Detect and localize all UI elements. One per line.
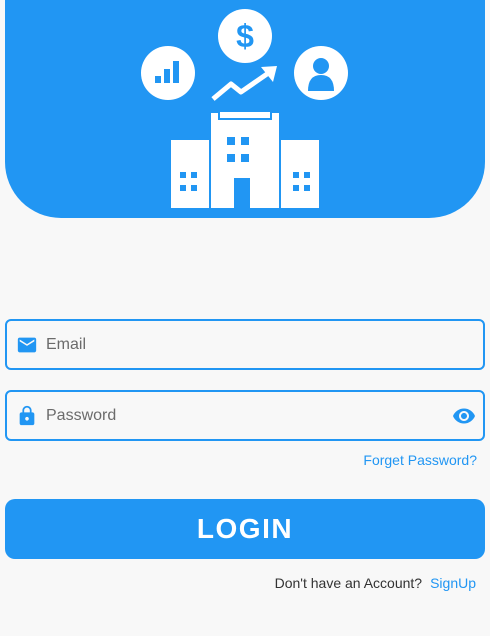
user-icon <box>294 46 348 100</box>
office-building-icon <box>171 112 319 208</box>
lock-icon <box>19 405 35 426</box>
trend-up-arrow-icon <box>211 66 277 101</box>
signup-prompt: Don't have an Account? <box>274 575 423 591</box>
bar-chart-icon <box>141 46 195 100</box>
eye-icon[interactable] <box>452 404 476 428</box>
password-input[interactable] <box>46 392 433 439</box>
login-screen: $ Email Forget Password? LOGIN Don't hav… <box>0 0 490 636</box>
forgot-password-link[interactable]: Forget Password? <box>363 452 477 468</box>
signup-row: Don't have an Account? SignUp <box>275 575 476 591</box>
dollar-icon: $ <box>218 9 272 63</box>
business-illustration: $ <box>141 9 348 208</box>
password-field[interactable] <box>5 390 485 441</box>
hero-banner: $ <box>5 0 485 218</box>
email-field[interactable] <box>5 319 485 370</box>
login-button[interactable]: LOGIN <box>5 499 485 559</box>
svg-text:$: $ <box>236 18 254 54</box>
signup-link[interactable]: SignUp <box>430 575 476 591</box>
mail-icon <box>17 337 37 353</box>
email-input[interactable] <box>46 321 433 368</box>
